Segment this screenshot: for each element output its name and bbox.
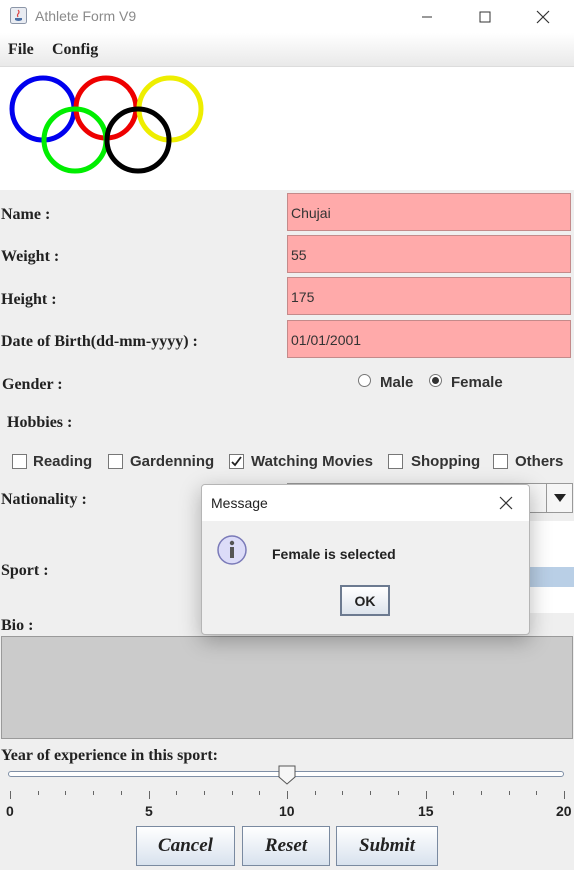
gardening-checkbox[interactable] <box>108 454 123 469</box>
hobbies-label: Hobbies : <box>7 414 73 431</box>
slider-minor-tick <box>93 791 94 795</box>
slider-minor-tick <box>370 791 371 795</box>
slider-major-tick <box>564 791 565 799</box>
slider-minor-tick <box>453 791 454 795</box>
name-field[interactable]: Chujai <box>287 193 571 231</box>
window-title: Athlete Form V9 <box>35 8 137 24</box>
slider-minor-tick <box>38 791 39 795</box>
ok-button[interactable]: OK <box>340 585 390 616</box>
gender-male-label[interactable]: Male <box>380 374 413 391</box>
sport-list-selected-item[interactable] <box>526 567 574 587</box>
reset-button[interactable]: Reset <box>242 826 330 866</box>
experience-label: Year of experience in this sport: <box>1 747 218 764</box>
shopping-checkbox[interactable] <box>388 454 403 469</box>
java-app-icon <box>10 7 27 24</box>
menu-file[interactable]: File <box>8 41 34 59</box>
height-label: Height : <box>1 291 57 308</box>
others-label[interactable]: Others <box>515 453 563 470</box>
close-button[interactable] <box>520 0 566 33</box>
reading-checkbox[interactable] <box>12 454 27 469</box>
slider-minor-tick <box>121 791 122 795</box>
slider-tick-label: 0 <box>6 803 14 819</box>
slider-major-tick <box>10 791 11 799</box>
shopping-label[interactable]: Shopping <box>411 453 480 470</box>
dob-label: Date of Birth(dd-mm-yyyy) : <box>1 333 198 350</box>
olympic-rings-logo <box>9 75 204 174</box>
weight-field[interactable]: 55 <box>287 235 571 273</box>
gender-female-label[interactable]: Female <box>451 374 503 391</box>
reading-label[interactable]: Reading <box>33 453 92 470</box>
slider-tick-label: 10 <box>279 803 295 819</box>
others-checkbox[interactable] <box>493 454 508 469</box>
maximize-button[interactable] <box>462 0 508 33</box>
slider-minor-tick <box>509 791 510 795</box>
slider-tick-label: 15 <box>418 803 434 819</box>
nationality-dropdown-button[interactable] <box>546 483 573 513</box>
height-field[interactable]: 175 <box>287 277 571 315</box>
sport-label: Sport : <box>1 562 49 579</box>
nationality-label: Nationality : <box>1 491 87 508</box>
maximize-icon <box>479 11 491 22</box>
close-icon <box>536 10 550 23</box>
bio-label: Bio : <box>1 617 34 634</box>
name-label: Name : <box>1 206 51 223</box>
slider-tick-label: 20 <box>556 803 572 819</box>
menu-config[interactable]: Config <box>52 41 98 59</box>
cancel-button[interactable]: Cancel <box>136 826 235 866</box>
slider-minor-tick <box>315 791 316 795</box>
chevron-down-icon <box>554 494 566 502</box>
gardening-label[interactable]: Gardenning <box>130 453 214 470</box>
gender-label: Gender : <box>2 376 63 393</box>
info-icon <box>217 535 247 565</box>
slider-major-tick <box>287 791 288 799</box>
slider-minor-tick <box>398 791 399 795</box>
experience-slider-thumb[interactable] <box>278 765 296 785</box>
slider-minor-tick <box>204 791 205 795</box>
dob-field[interactable]: 01/01/2001 <box>287 320 571 358</box>
minimize-icon <box>422 16 432 17</box>
slider-minor-tick <box>536 791 537 795</box>
dialog-close-button[interactable] <box>492 490 520 516</box>
checkmark-icon <box>231 456 242 467</box>
slider-minor-tick <box>481 791 482 795</box>
bio-textarea[interactable] <box>1 636 573 739</box>
dialog-message: Female is selected <box>272 546 396 562</box>
close-icon <box>499 496 513 510</box>
slider-minor-tick <box>176 791 177 795</box>
slider-major-tick <box>426 791 427 799</box>
gender-male-radio[interactable] <box>358 374 371 387</box>
submit-button[interactable]: Submit <box>336 826 438 866</box>
watching-movies-label[interactable]: Watching Movies <box>251 453 373 470</box>
gender-female-radio[interactable] <box>429 374 442 387</box>
slider-minor-tick <box>65 791 66 795</box>
slider-minor-tick <box>232 791 233 795</box>
message-dialog: Message Female is selected OK <box>201 484 530 635</box>
dialog-title: Message <box>211 495 268 511</box>
minimize-button[interactable] <box>404 0 450 33</box>
slider-minor-tick <box>342 791 343 795</box>
watching-movies-checkbox[interactable] <box>229 454 244 469</box>
slider-major-tick <box>149 791 150 799</box>
slider-tick-label: 5 <box>145 803 153 819</box>
weight-label: Weight : <box>1 248 60 265</box>
slider-minor-tick <box>259 791 260 795</box>
